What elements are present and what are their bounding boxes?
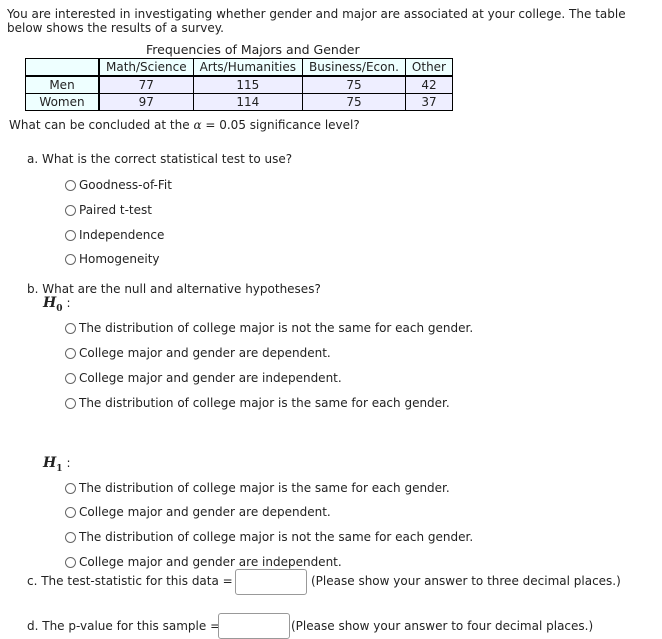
h0-option-1[interactable]: The distribution of college major is not…: [65, 321, 473, 335]
part-c-label: c. The test-statistic for this data =: [27, 574, 233, 588]
h1-option-2[interactable]: College major and gender are dependent.: [65, 505, 331, 519]
alpha-symbol: α: [193, 118, 202, 132]
table-header-row: Math/Science Arts/Humanities Business/Ec…: [25, 58, 454, 77]
table-caption: Frequencies of Majors and Gender: [146, 42, 360, 57]
table-cell: 37: [404, 93, 454, 111]
h1-option-1[interactable]: The distribution of college major is the…: [65, 481, 450, 495]
option-label: Paired t-test: [79, 203, 152, 217]
part-b-question: b. What are the null and alternative hyp…: [27, 282, 321, 296]
table-cell: 42: [404, 75, 454, 94]
radio-button[interactable]: [65, 506, 76, 518]
option-label: The distribution of college major is not…: [79, 321, 474, 335]
column-header-math-science: Math/Science: [98, 58, 194, 77]
option-label: College major and gender are dependent.: [79, 346, 331, 360]
table-row: Women 97 114 75 37: [25, 93, 454, 111]
column-header-other: Other: [404, 58, 454, 77]
row-header-men: Men: [25, 75, 100, 94]
radio-button[interactable]: [65, 322, 76, 334]
h1-option-4[interactable]: College major and gender are independent…: [65, 555, 342, 569]
radio-button[interactable]: [65, 531, 76, 543]
part-a-option-goodness-of-fit[interactable]: Goodness-of-Fit: [65, 178, 172, 192]
radio-button[interactable]: [65, 482, 76, 494]
h0-subscript: 0: [56, 303, 63, 314]
part-d-label: d. The p-value for this sample =: [27, 619, 221, 633]
table-cell: 77: [98, 75, 194, 94]
null-hypothesis-label: H0:: [43, 295, 71, 314]
part-a-question: a. What is the correct statistical test …: [27, 152, 293, 166]
option-label: The distribution of college major is the…: [79, 396, 450, 410]
table-row: Men 77 115 75 42: [25, 75, 454, 94]
h1-subscript: 1: [56, 463, 63, 474]
part-a-option-independence[interactable]: Independence: [65, 228, 164, 242]
option-label: College major and gender are independent…: [79, 371, 342, 385]
h0-symbol: H: [43, 295, 57, 311]
alternative-hypothesis-label: H1:: [43, 455, 71, 474]
radio-button[interactable]: [65, 229, 76, 241]
option-label: Independence: [79, 228, 165, 242]
h1-option-3[interactable]: The distribution of college major is not…: [65, 530, 473, 544]
radio-button[interactable]: [65, 556, 76, 568]
row-header-women: Women: [25, 93, 100, 111]
conclusion-prompt-before: What can be concluded at the: [9, 118, 194, 132]
table-cell: 97: [98, 93, 194, 111]
frequency-table: Math/Science Arts/Humanities Business/Ec…: [25, 58, 454, 111]
radio-button[interactable]: [65, 204, 76, 216]
option-label: College major and gender are dependent.: [79, 505, 331, 519]
part-a-option-paired-t-test[interactable]: Paired t-test: [65, 203, 152, 217]
h0-option-4[interactable]: The distribution of college major is the…: [65, 396, 450, 410]
option-label: College major and gender are independent…: [79, 555, 342, 569]
h0-colon: :: [66, 296, 71, 310]
radio-button[interactable]: [65, 372, 76, 384]
h1-colon: :: [66, 456, 71, 470]
radio-button[interactable]: [65, 397, 76, 409]
radio-button[interactable]: [65, 347, 76, 359]
radio-button[interactable]: [65, 179, 76, 191]
conclusion-prompt: What can be concluded at the α = 0.05 si…: [9, 118, 360, 132]
part-c-hint: (Please show your answer to three decima…: [311, 574, 621, 588]
radio-button[interactable]: [65, 253, 76, 265]
table-corner-cell: [25, 58, 100, 77]
h0-option-3[interactable]: College major and gender are independent…: [65, 371, 342, 385]
option-label: The distribution of college major is not…: [79, 530, 474, 544]
option-label: The distribution of college major is the…: [79, 481, 450, 495]
option-label: Goodness-of-Fit: [79, 178, 172, 192]
part-d-hint: (Please show your answer to four decimal…: [291, 619, 594, 633]
p-value-input[interactable]: [218, 613, 290, 639]
table-cell: 75: [302, 93, 406, 111]
part-a-option-homogeneity[interactable]: Homogeneity: [65, 252, 160, 266]
conclusion-prompt-after: = 0.05 significance level?: [201, 118, 360, 132]
column-header-arts-humanities: Arts/Humanities: [192, 58, 304, 77]
h1-symbol: H: [43, 455, 57, 471]
test-statistic-input[interactable]: [235, 569, 307, 595]
h0-option-2[interactable]: College major and gender are dependent.: [65, 346, 331, 360]
table-cell: 114: [192, 93, 304, 111]
table-cell: 75: [302, 75, 406, 94]
column-header-business-econ: Business/Econ.: [302, 58, 406, 77]
option-label: Homogeneity: [79, 252, 160, 266]
intro-text: You are interested in investigating whet…: [7, 7, 626, 35]
table-cell: 115: [192, 75, 304, 94]
